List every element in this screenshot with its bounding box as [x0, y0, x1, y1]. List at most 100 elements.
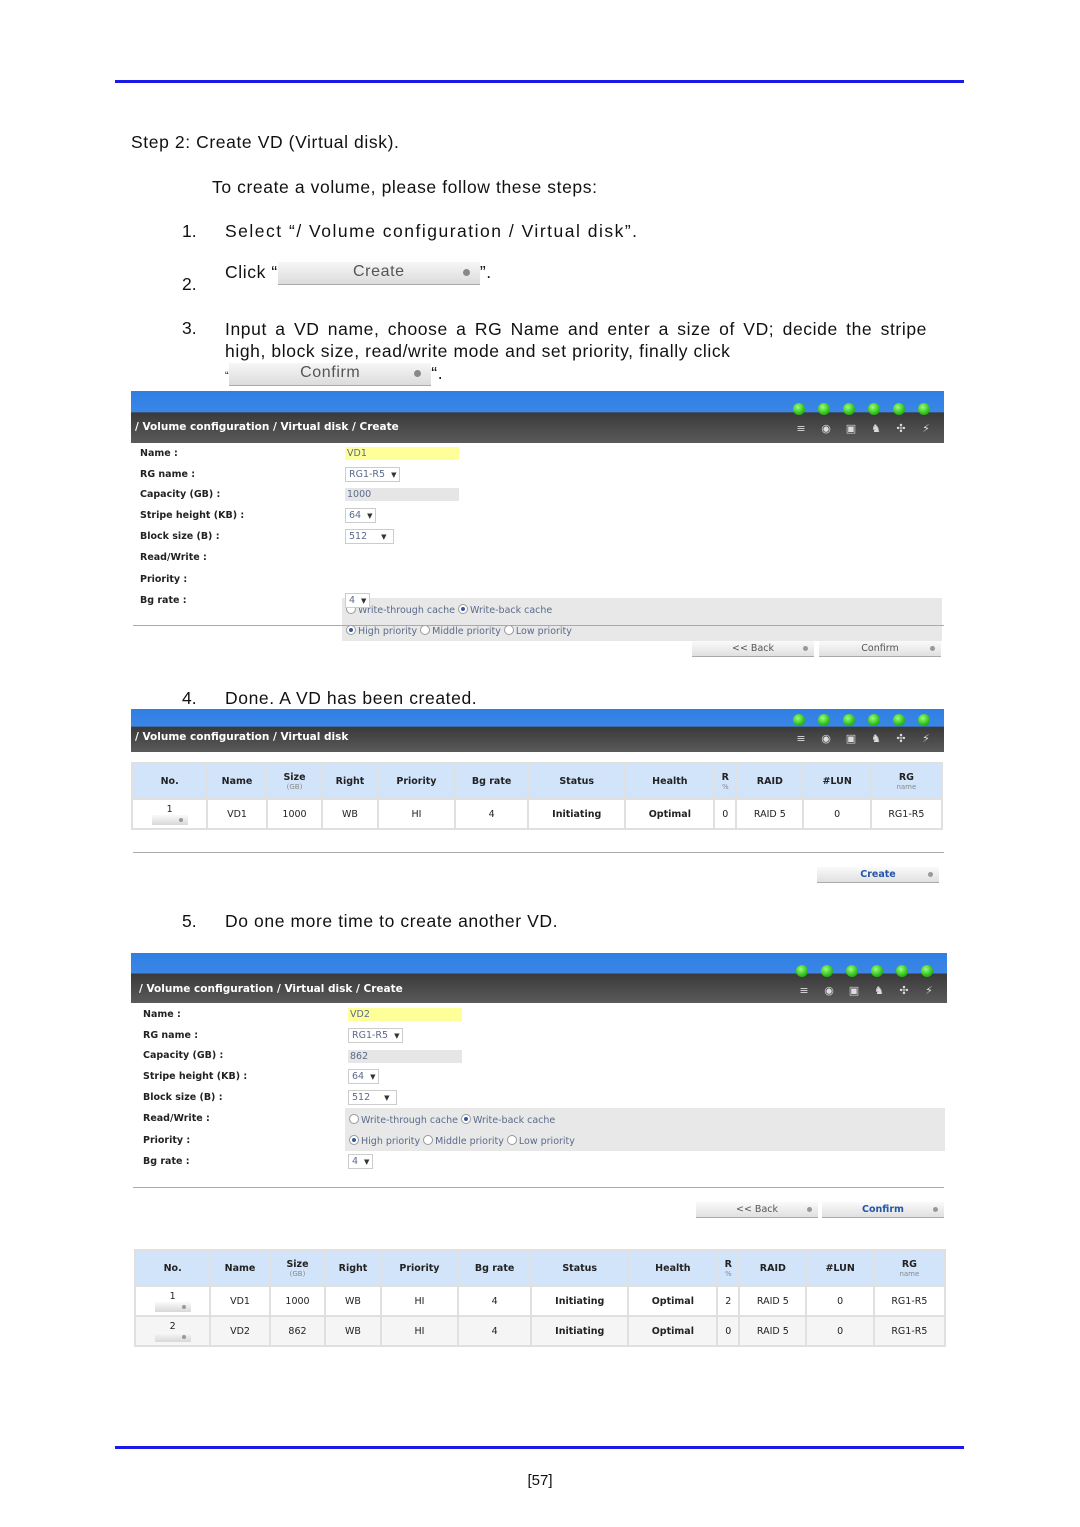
low-priority-radio[interactable]	[503, 625, 514, 635]
button-dot-icon	[462, 269, 470, 276]
chevron-down-icon: ▼	[384, 1094, 390, 1102]
cell-bg-rate: 4	[457, 1315, 533, 1347]
status-led	[796, 965, 808, 977]
name-input[interactable]: VD1	[345, 447, 459, 460]
stripe-select[interactable]: 64 ▼	[348, 1069, 380, 1084]
ups-icon[interactable]: ♞	[873, 985, 885, 997]
step-number: 1.	[182, 221, 197, 241]
cell-health: Optimal	[627, 1285, 719, 1317]
capacity-input[interactable]: 1000	[345, 488, 459, 501]
col-status: Status	[527, 762, 627, 800]
step-prefix: Click “	[225, 262, 278, 283]
high-priority-radio[interactable]	[349, 1135, 359, 1145]
ups-icon[interactable]: ♞	[870, 733, 882, 745]
cell-size: 1000	[268, 1285, 327, 1317]
button-label: << Back	[731, 643, 774, 654]
write-back-radio[interactable]	[458, 604, 469, 614]
disk-stack-icon[interactable]: ≡	[798, 985, 810, 997]
high-priority-radio[interactable]	[346, 625, 356, 635]
write-through-radio[interactable]	[349, 1114, 359, 1124]
thermometer-icon[interactable]: ◉	[820, 423, 832, 435]
capacity-input[interactable]: 862	[348, 1050, 462, 1063]
write-back-radio[interactable]	[461, 1114, 472, 1124]
cell-priority: HI	[379, 1315, 460, 1347]
back-button[interactable]: << Back	[692, 641, 814, 657]
col-size: Size (GB)	[268, 1249, 327, 1287]
bg-rate-select[interactable]: 4 ▼	[345, 593, 371, 608]
status-led	[893, 714, 905, 726]
radio-label: Low priority	[515, 626, 572, 637]
button-dot-icon	[930, 646, 935, 651]
create-button[interactable]: Create	[817, 867, 939, 883]
radio-label: Middle priority	[432, 626, 501, 637]
panel-header: / Volume configuration / Virtual disk / …	[131, 953, 947, 1003]
options-background: Write-through cache Write-back cache Hig…	[342, 598, 942, 641]
status-led	[921, 965, 933, 977]
cell-no[interactable]: 1	[130, 798, 209, 830]
col-size-unit: (GB)	[289, 1269, 306, 1278]
status-led	[793, 403, 805, 415]
name-label: Name :	[140, 448, 178, 459]
col-no: No.	[130, 762, 209, 800]
confirm-button[interactable]: Confirm	[819, 641, 941, 657]
status-icons: ≡ ◉ ▣ ♞ ✣ ⚡	[798, 985, 935, 997]
col-rg-label: RG	[898, 771, 914, 783]
read-write-options: Write-through cache Write-back cache	[346, 604, 552, 616]
row-menu-button[interactable]	[151, 814, 188, 825]
voltage-icon[interactable]: ⚡	[923, 985, 935, 997]
low-priority-radio[interactable]	[506, 1135, 517, 1145]
step-paragraph: Input a VD name, choose a RG Name and en…	[225, 318, 927, 387]
block-size-select[interactable]: 512 ▼	[345, 529, 394, 544]
vd-form: Name : VD1 RG name : RG1-R5 ▼ Capacity (G…	[131, 443, 944, 641]
col-r-label: R	[721, 771, 729, 783]
fan-icon[interactable]: ✣	[898, 985, 910, 997]
middle-priority-radio[interactable]	[423, 1135, 434, 1145]
cell-status: Initiating	[527, 798, 627, 830]
fan-icon[interactable]: ✣	[895, 423, 907, 435]
middle-priority-radio[interactable]	[420, 625, 431, 635]
cell-no[interactable]: 2	[133, 1315, 212, 1347]
disk-stack-icon[interactable]: ≡	[795, 733, 807, 745]
row-menu-button[interactable]	[154, 1331, 191, 1342]
radio-label: Write-through cache	[361, 1115, 458, 1126]
power-supply-icon[interactable]: ▣	[845, 733, 857, 745]
breadcrumb: / Volume configuration / Virtual disk	[135, 731, 349, 743]
table-row: 2 VD2 862 WB HI 4 Initiating Optimal 0 R…	[133, 1315, 947, 1347]
bg-rate-select[interactable]: 4 ▼	[348, 1154, 374, 1169]
button-label: Confirm	[861, 643, 899, 654]
col-size-unit: (GB)	[286, 782, 303, 791]
col-right: Right	[324, 1249, 382, 1287]
voltage-icon[interactable]: ⚡	[920, 733, 932, 745]
voltage-icon[interactable]: ⚡	[920, 423, 932, 435]
confirm-button[interactable]: Confirm	[822, 1202, 944, 1218]
stripe-select[interactable]: 64 ▼	[345, 508, 377, 523]
fan-icon[interactable]: ✣	[895, 733, 907, 745]
vd-table-1: No. Name Size (GB) Right Priority Bg rate…	[130, 762, 944, 830]
status-led	[821, 965, 833, 977]
disk-stack-icon[interactable]: ≡	[795, 423, 807, 435]
breadcrumb: / Volume configuration / Virtual disk / …	[139, 983, 403, 995]
power-supply-icon[interactable]: ▣	[848, 985, 860, 997]
col-right: Right	[321, 762, 379, 800]
stripe-label: Stripe height (KB) :	[143, 1071, 248, 1082]
name-input[interactable]: VD2	[348, 1008, 462, 1021]
cell-r: 2	[716, 1285, 741, 1317]
cell-no[interactable]: 1	[133, 1285, 212, 1317]
select-value: 512	[349, 531, 368, 542]
status-led	[843, 714, 855, 726]
button-dot-icon	[178, 817, 183, 822]
thermometer-icon[interactable]: ◉	[823, 985, 835, 997]
power-supply-icon[interactable]: ▣	[845, 423, 857, 435]
chevron-down-icon: ▼	[381, 533, 387, 541]
back-button[interactable]: << Back	[696, 1202, 818, 1218]
cell-priority: HI	[376, 798, 457, 830]
col-size-label: Size	[286, 1258, 309, 1270]
rg-name-select[interactable]: RG1-R5 ▼	[345, 467, 401, 482]
rg-name-select[interactable]: RG1-R5 ▼	[348, 1028, 404, 1043]
block-size-select[interactable]: 512 ▼	[348, 1090, 397, 1105]
row-menu-button[interactable]	[154, 1301, 191, 1312]
col-rg-label: RG	[901, 1258, 917, 1270]
thermometer-icon[interactable]: ◉	[820, 733, 832, 745]
cell-right: WB	[324, 1285, 382, 1317]
ups-icon[interactable]: ♞	[870, 423, 882, 435]
